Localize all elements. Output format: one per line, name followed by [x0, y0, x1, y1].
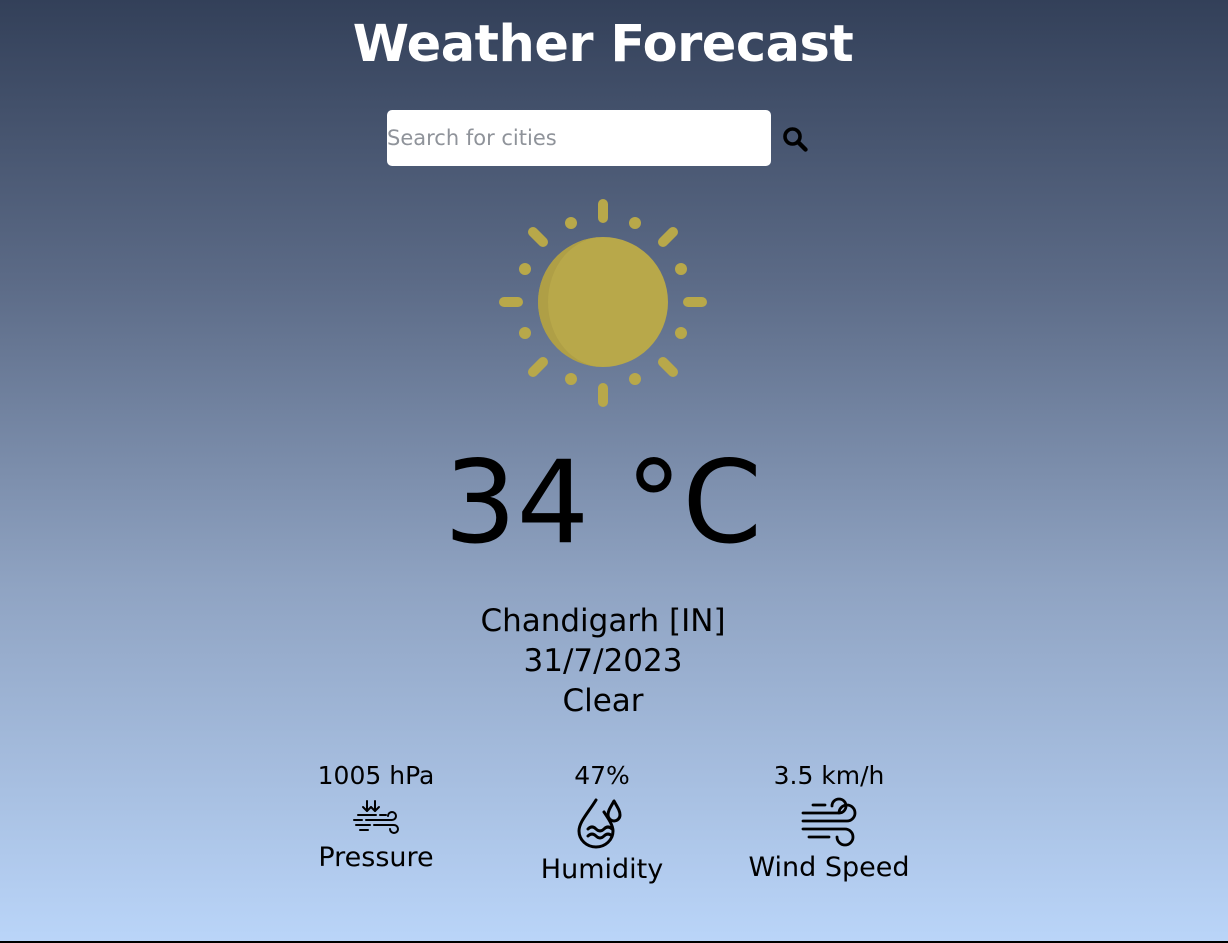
wind-value: 3.5 km/h — [773, 761, 885, 790]
date-label: 31/7/2023 — [523, 643, 683, 679]
pressure-label: Pressure — [318, 842, 434, 873]
location-label: Chandigarh [IN] — [480, 603, 726, 639]
humidity-icon — [577, 798, 622, 849]
temperature-readout: 34 °C — [444, 436, 762, 569]
weather-condition-image — [496, 196, 710, 410]
wind-stat: 3.5 km/h Wind Speed — [709, 761, 949, 885]
wind-label: Wind Speed — [748, 852, 910, 883]
pressure-icon — [353, 800, 399, 834]
pressure-value: 1005 hPa — [317, 761, 435, 790]
humidity-stat: 47% Humidity — [482, 761, 722, 887]
city-search-input[interactable] — [387, 110, 771, 166]
search-icon — [783, 127, 808, 152]
humidity-label: Humidity — [540, 854, 664, 885]
sun-icon — [499, 199, 707, 407]
search-button[interactable] — [780, 124, 810, 154]
condition-label: Clear — [562, 683, 644, 719]
wind-icon — [801, 797, 857, 847]
humidity-value: 47% — [574, 761, 630, 790]
pressure-stat: 1005 hPa Pressure — [256, 761, 496, 875]
page-title: Weather Forecast — [352, 15, 854, 74]
